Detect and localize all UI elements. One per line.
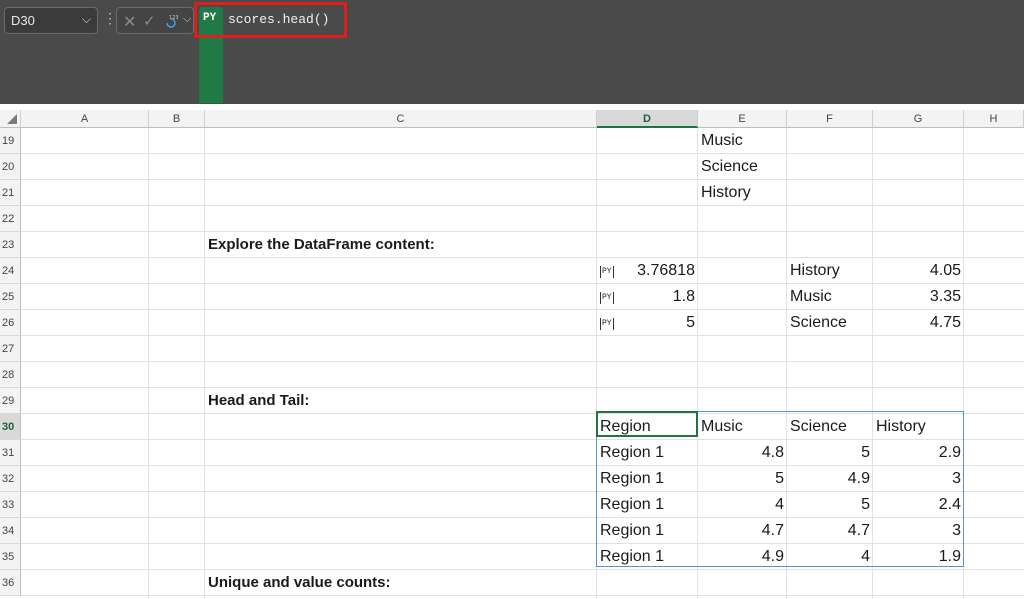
output-chevron-down-icon[interactable]: ⌵ bbox=[183, 13, 191, 26]
row-header-33[interactable]: 33 bbox=[0, 492, 21, 518]
section-heading-head-tail[interactable]: Head and Tail: bbox=[205, 388, 597, 414]
active-cell-selection[interactable] bbox=[596, 411, 698, 437]
row-header-28[interactable]: 28 bbox=[0, 362, 21, 388]
cell-f25[interactable]: Music bbox=[787, 284, 873, 310]
row-header-26[interactable]: 26 bbox=[0, 310, 21, 336]
row-header-29[interactable]: 29 bbox=[0, 388, 21, 414]
python-object-icon: PY bbox=[600, 292, 614, 304]
cell-g26[interactable]: 4.75 bbox=[873, 310, 964, 336]
name-box[interactable]: D30 ⌵ bbox=[4, 7, 98, 34]
enter-check-icon[interactable]: ✓ bbox=[143, 12, 156, 30]
cell-f26[interactable]: Science bbox=[787, 310, 873, 336]
section-heading-explore[interactable]: Explore the DataFrame content: bbox=[205, 232, 597, 258]
select-all-icon bbox=[7, 114, 17, 124]
spreadsheet-grid: A B C D E F G H 19 20 21 22 23 24 25 26 … bbox=[0, 110, 1024, 599]
cell-d26[interactable]: PY 5 bbox=[597, 310, 698, 336]
row-header-32[interactable]: 32 bbox=[0, 466, 21, 492]
column-header-c[interactable]: C bbox=[205, 110, 597, 128]
python-object-icon: PY bbox=[600, 266, 614, 278]
cell-f24[interactable]: History bbox=[787, 258, 873, 284]
row-header-19[interactable]: 19 bbox=[0, 128, 21, 154]
column-header-g[interactable]: G bbox=[873, 110, 964, 128]
row-header-35[interactable]: 35 bbox=[0, 544, 21, 570]
cell-g24[interactable]: 4.05 bbox=[873, 258, 964, 284]
row-header-31[interactable]: 31 bbox=[0, 440, 21, 466]
row-header-27[interactable]: 27 bbox=[0, 336, 21, 362]
more-dots-icon[interactable]: ⋮ bbox=[103, 10, 117, 27]
column-header-e[interactable]: E bbox=[698, 110, 787, 128]
column-header-b[interactable]: B bbox=[149, 110, 205, 128]
cell-d25[interactable]: PY 1.8 bbox=[597, 284, 698, 310]
column-header-d[interactable]: D bbox=[597, 110, 698, 128]
formula-highlight-box bbox=[194, 2, 347, 38]
row-header-36[interactable]: 36 bbox=[0, 570, 21, 596]
name-box-value: D30 bbox=[11, 13, 35, 28]
column-header-h[interactable]: H bbox=[964, 110, 1024, 128]
row-header-23[interactable]: 23 bbox=[0, 232, 21, 258]
row-header-22[interactable]: 22 bbox=[0, 206, 21, 232]
cell-e19[interactable]: Music bbox=[698, 128, 787, 154]
row-header-20[interactable]: 20 bbox=[0, 154, 21, 180]
row-header-24[interactable]: 24 bbox=[0, 258, 21, 284]
formula-bar: D30 ⌵ ⋮ ✕ ✓ 123 ⌵ PY scores.head() bbox=[0, 0, 1024, 104]
column-header-a[interactable]: A bbox=[21, 110, 149, 128]
cell-d25-value: 1.8 bbox=[672, 288, 695, 305]
cell-e21[interactable]: History bbox=[698, 180, 787, 206]
cell-d26-value: 5 bbox=[686, 314, 695, 331]
row-header-25[interactable]: 25 bbox=[0, 284, 21, 310]
select-all-corner[interactable] bbox=[0, 110, 21, 128]
python-output-123-icon[interactable]: 123 bbox=[164, 13, 180, 29]
cell-e20[interactable]: Science bbox=[698, 154, 787, 180]
cell-d24[interactable]: PY 3.76818 bbox=[597, 258, 698, 284]
column-header-f[interactable]: F bbox=[787, 110, 873, 128]
row-header-30[interactable]: 30 bbox=[0, 414, 21, 440]
python-object-icon: PY bbox=[600, 318, 614, 330]
chevron-down-icon[interactable]: ⌵ bbox=[82, 12, 91, 27]
cancel-x-icon[interactable]: ✕ bbox=[123, 12, 136, 32]
row-header-34[interactable]: 34 bbox=[0, 518, 21, 544]
formula-actions: ✕ ✓ 123 ⌵ bbox=[116, 7, 194, 34]
cell-g25[interactable]: 3.35 bbox=[873, 284, 964, 310]
row-header-21[interactable]: 21 bbox=[0, 180, 21, 206]
cell-d24-value: 3.76818 bbox=[637, 262, 695, 279]
section-heading-unique-counts[interactable]: Unique and value counts: bbox=[205, 570, 597, 596]
